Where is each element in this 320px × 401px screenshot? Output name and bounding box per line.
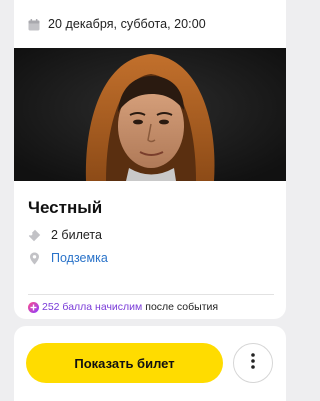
more-options-button[interactable] — [233, 343, 273, 383]
event-card: 20 декабря, суббота, 20:00 Честный 2 бил… — [14, 0, 286, 319]
calendar-icon — [28, 18, 40, 31]
tickets-count: 2 билета — [51, 228, 102, 242]
event-date-row: 20 декабря, суббота, 20:00 — [28, 16, 206, 32]
event-date-text: 20 декабря, суббота, 20:00 — [48, 17, 206, 31]
actions-bar: Показать билет — [14, 326, 286, 401]
venue-row: Подземка — [28, 250, 108, 266]
bonus-points-row: 252 балла начислим после события — [28, 300, 218, 314]
show-ticket-button[interactable]: Показать билет — [26, 343, 223, 383]
bonus-points-link[interactable]: 252 балла начислим — [42, 301, 142, 313]
more-vertical-icon — [251, 352, 255, 374]
ticket-icon — [28, 229, 41, 242]
divider — [28, 294, 274, 295]
tickets-row: 2 билета — [28, 227, 102, 243]
plus-points-icon — [28, 301, 39, 313]
event-image — [14, 48, 286, 181]
venue-link[interactable]: Подземка — [51, 251, 108, 265]
bonus-points-suffix: после события — [145, 301, 219, 313]
event-title: Честный — [28, 198, 103, 217]
location-pin-icon — [28, 252, 41, 265]
